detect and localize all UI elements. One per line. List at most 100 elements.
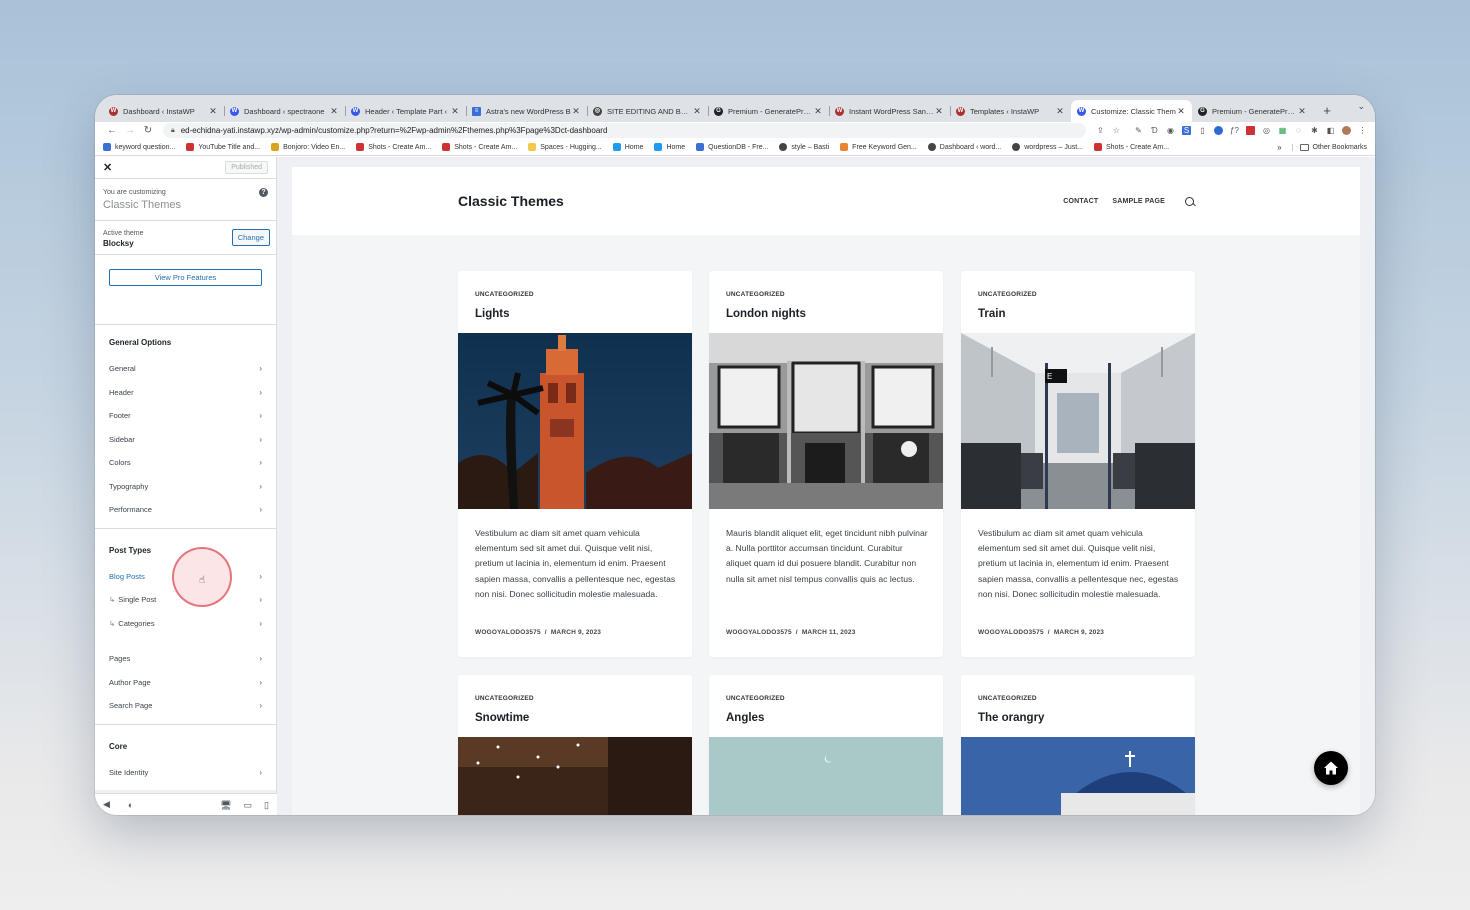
share-icon[interactable]: ⇪ — [1096, 126, 1105, 135]
post-category[interactable]: UNCATEGORIZED — [475, 695, 534, 702]
grid-icon[interactable]: ▦ — [1278, 126, 1287, 135]
browser-tab-active[interactable]: W Customize: Classic Them ✕ — [1071, 100, 1192, 122]
home-button[interactable] — [1314, 751, 1348, 785]
sidebar-item-typography[interactable]: Typography › — [95, 475, 276, 499]
avatar[interactable] — [1342, 126, 1351, 135]
reload-icon[interactable]: ↻ — [139, 125, 157, 136]
bookmark[interactable]: Home — [612, 143, 643, 151]
extension-icon[interactable]: ▯ — [1198, 126, 1207, 135]
help-icon[interactable]: ? — [259, 188, 268, 197]
post-category[interactable]: UNCATEGORIZED — [978, 695, 1037, 702]
post-author[interactable]: WOGOYALODO3575 — [978, 629, 1044, 636]
close-tab-icon[interactable]: ✕ — [208, 106, 218, 117]
bookmark[interactable]: Free Keyword Gen... — [840, 143, 917, 151]
close-tab-icon[interactable]: ✕ — [450, 106, 460, 117]
post-title[interactable]: Lights — [475, 308, 510, 320]
dark-mode-icon[interactable]: ◐ — [128, 800, 133, 810]
tablet-icon[interactable]: ▭ — [244, 800, 253, 811]
close-tab-icon[interactable]: ✕ — [571, 106, 581, 117]
bookmark[interactable]: YouTube Title and... — [186, 143, 260, 151]
close-tab-icon[interactable]: ✕ — [934, 106, 944, 117]
desktop-icon[interactable]: 🖥︎ — [212, 800, 240, 815]
nav-link-contact[interactable]: CONTACT — [1063, 198, 1098, 205]
extension-icon[interactable]: ◌ — [1294, 126, 1303, 135]
browser-tab[interactable]: G Premium - GeneratePress ✕ — [708, 100, 829, 122]
view-pro-features-button[interactable]: View Pro Features — [109, 269, 262, 286]
extension-icon[interactable]: Ɗ — [1150, 126, 1159, 135]
close-icon[interactable]: ✕ — [103, 161, 112, 174]
post-image-train-interior-bw[interactable] — [709, 333, 943, 509]
font-icon[interactable]: ƒ? — [1230, 126, 1239, 135]
bookmark[interactable]: Shots - Create Am... — [1094, 143, 1169, 151]
browser-tab[interactable]: W Header ‹ Template Part ‹ ✕ — [345, 100, 466, 122]
extension-icon[interactable]: S — [1182, 126, 1191, 135]
close-tab-icon[interactable]: ✕ — [1176, 106, 1186, 117]
post-title[interactable]: Snowtime — [475, 712, 529, 724]
new-tab-icon[interactable]: + — [1317, 100, 1337, 122]
more-bookmarks-icon[interactable]: » — [1277, 143, 1281, 152]
sidebar-item-search-page[interactable]: Search Page › — [95, 694, 276, 718]
site-title[interactable]: Classic Themes — [458, 193, 1063, 209]
hide-controls-icon[interactable]: ◀︎ — [103, 799, 110, 810]
post-category[interactable]: UNCATEGORIZED — [726, 695, 785, 702]
puzzle-icon[interactable]: ✱ — [1310, 126, 1319, 135]
bookmark[interactable]: Dashboard ‹ word... — [927, 143, 1001, 151]
sidepanel-icon[interactable]: ◧ — [1326, 126, 1335, 135]
close-tab-icon[interactable]: ✕ — [329, 106, 339, 117]
close-tab-icon[interactable]: ✕ — [1297, 106, 1307, 117]
sidebar-item-performance[interactable]: Performance › — [95, 498, 276, 522]
bookmark[interactable]: keyword question... — [103, 143, 175, 151]
post-author[interactable]: WOGOYALODO3575 — [475, 629, 541, 636]
forward-arrow-icon[interactable]: → — [121, 125, 139, 136]
search-icon[interactable] — [1185, 196, 1194, 206]
sidebar-item-author-page[interactable]: Author Page › — [95, 671, 276, 695]
sidebar-item-pages[interactable]: Pages › — [95, 647, 276, 671]
change-theme-button[interactable]: Change — [231, 229, 270, 246]
browser-tab[interactable]: ◎ SITE EDITING AND BLOCK ✕ — [587, 100, 708, 122]
post-category[interactable]: UNCATEGORIZED — [475, 291, 534, 298]
post-image-tower[interactable] — [458, 333, 692, 509]
eyedropper-icon[interactable]: ✎ — [1134, 126, 1143, 135]
bookmark[interactable]: Shots - Create Am... — [356, 143, 431, 151]
sidebar-item-colors[interactable]: Colors › — [95, 451, 276, 475]
camera-icon[interactable]: ◉ — [1166, 126, 1175, 135]
post-title[interactable]: Angles — [726, 712, 764, 724]
extension-icon[interactable] — [1214, 126, 1223, 135]
browser-tab[interactable]: W Templates ‹ InstaWP ✕ — [950, 100, 1071, 122]
mobile-icon[interactable]: ▯ — [264, 800, 269, 811]
browser-tab[interactable]: W Dashboard ‹ spectraone ✕ — [224, 100, 345, 122]
post-image-sky-moon[interactable] — [709, 737, 943, 815]
post-category[interactable]: UNCATEGORIZED — [978, 291, 1037, 298]
bookmark-star-icon[interactable]: ☆ — [1112, 126, 1121, 135]
post-title[interactable]: London nights — [726, 308, 806, 320]
post-image-dome[interactable] — [961, 737, 1195, 815]
close-tab-icon[interactable]: ✕ — [692, 106, 702, 117]
extension-icon[interactable] — [1246, 126, 1255, 135]
other-bookmarks[interactable]: Other Bookmarks — [1291, 143, 1367, 151]
browser-tab[interactable]: ≡ Astra's new WordPress B ✕ — [466, 100, 587, 122]
bookmark[interactable]: style – Basti — [779, 143, 829, 151]
back-arrow-icon[interactable]: ← — [103, 125, 121, 136]
browser-tab[interactable]: W Dashboard ‹ InstaWP ✕ — [103, 100, 224, 122]
sidebar-item-header[interactable]: Header › — [95, 381, 276, 405]
bookmark[interactable]: wordpress – Just... — [1012, 143, 1083, 151]
sidebar-item-general[interactable]: General › — [95, 357, 276, 381]
bookmark[interactable]: Shots - Create Am... — [442, 143, 517, 151]
nav-link-sample-page[interactable]: SAMPLE PAGE — [1112, 198, 1165, 205]
url-field[interactable]: 🔒︎ ed-echidna-yati.instawp.xyz/wp-admin/… — [163, 123, 1086, 138]
close-tab-icon[interactable]: ✕ — [1055, 106, 1065, 117]
browser-tab[interactable]: G Premium - GeneratePress ✕ — [1192, 100, 1313, 122]
post-image-train-interior[interactable]: E — [961, 333, 1195, 509]
post-title[interactable]: Train — [978, 308, 1005, 320]
post-title[interactable]: The orangry — [978, 712, 1044, 724]
bookmark[interactable]: Bonjoro: Video En... — [271, 143, 345, 151]
tab-search-icon[interactable]: ⌄ — [1357, 101, 1365, 112]
extension-icon[interactable]: ◎ — [1262, 126, 1271, 135]
browser-tab[interactable]: W Instant WordPress Sandb ✕ — [829, 100, 950, 122]
sidebar-item-site-identity[interactable]: Site Identity › — [95, 761, 276, 785]
post-author[interactable]: WOGOYALODO3575 — [726, 629, 792, 636]
close-tab-icon[interactable]: ✕ — [813, 106, 823, 117]
bookmark[interactable]: Home — [654, 143, 685, 151]
post-category[interactable]: UNCATEGORIZED — [726, 291, 785, 298]
sidebar-item-categories[interactable]: ↳ Categories › — [95, 612, 276, 636]
